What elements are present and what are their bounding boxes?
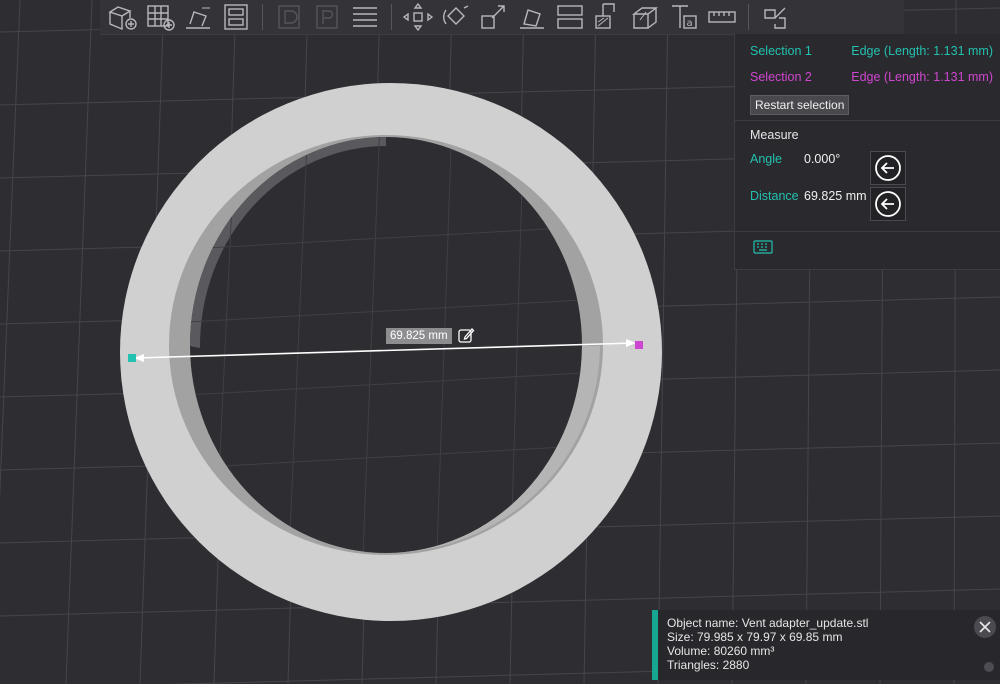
selection-1-value: Edge (Length: 1.131 mm) bbox=[851, 44, 993, 58]
angle-row: Angle 0.000° bbox=[750, 152, 840, 166]
angle-apply-button[interactable] bbox=[870, 151, 906, 185]
top-toolbar: a bbox=[100, 0, 904, 35]
close-icon bbox=[979, 621, 991, 633]
close-info-button[interactable] bbox=[974, 616, 996, 638]
measure-title: Measure bbox=[750, 128, 799, 142]
scale-icon[interactable] bbox=[476, 1, 512, 33]
object-name: Object name: Vent adapter_update.stl bbox=[667, 616, 869, 630]
angle-label: Angle bbox=[750, 152, 782, 166]
collapse-info-button[interactable] bbox=[984, 662, 994, 672]
selection-2-row: Selection 2 Edge (Length: 1.131 mm) bbox=[750, 70, 993, 84]
selection-1-row: Selection 1 Edge (Length: 1.131 mm) bbox=[750, 44, 993, 58]
layers-icon[interactable] bbox=[347, 1, 383, 33]
selection-2-label: Selection 2 bbox=[750, 70, 812, 84]
object-size: Size: 79.985 x 79.97 x 69.85 mm bbox=[667, 630, 843, 644]
move-icon[interactable] bbox=[400, 1, 436, 33]
distance-row: Distance 69.825 mm bbox=[750, 189, 867, 203]
distance-dimension-label: 69.825 mm bbox=[386, 328, 452, 344]
arrow-left-icon bbox=[875, 191, 901, 217]
measure-icon[interactable] bbox=[704, 1, 740, 33]
split-layout-icon[interactable] bbox=[218, 1, 254, 33]
rotate-icon[interactable] bbox=[438, 1, 474, 33]
assembly-icon[interactable] bbox=[271, 1, 307, 33]
emboss-text-icon[interactable]: a bbox=[666, 1, 702, 33]
measure-panel: Selection 1 Edge (Length: 1.131 mm) Sele… bbox=[734, 34, 1000, 270]
svg-text:a: a bbox=[687, 18, 693, 29]
seam-paint-icon[interactable] bbox=[590, 1, 626, 33]
keyboard-icon[interactable] bbox=[753, 240, 773, 254]
selection-1-label: Selection 1 bbox=[750, 44, 812, 58]
toolbar-separator bbox=[391, 4, 392, 30]
distance-apply-button[interactable] bbox=[870, 187, 906, 221]
support-paint-icon[interactable] bbox=[628, 1, 664, 33]
distance-label: Distance bbox=[750, 189, 799, 203]
selection-2-marker bbox=[635, 341, 643, 349]
edit-icon[interactable] bbox=[457, 326, 475, 344]
arrange-grid-icon[interactable] bbox=[142, 1, 178, 33]
panel-divider bbox=[735, 231, 1000, 232]
cut-icon[interactable] bbox=[552, 1, 588, 33]
selection-2-value: Edge (Length: 1.131 mm) bbox=[851, 70, 993, 84]
arrow-left-icon bbox=[875, 155, 901, 181]
restart-selection-button[interactable]: Restart selection bbox=[750, 95, 850, 115]
object-info-panel: Object name: Vent adapter_update.stl Siz… bbox=[652, 610, 1000, 680]
toolbar-separator bbox=[748, 4, 749, 30]
lay-on-face-icon[interactable] bbox=[514, 1, 550, 33]
assembly-view-icon[interactable] bbox=[757, 1, 793, 33]
toolbar-separator bbox=[262, 4, 263, 30]
selection-1-marker bbox=[128, 354, 136, 362]
object-triangles: Triangles: 2880 bbox=[667, 658, 750, 672]
auto-orient-icon[interactable] bbox=[180, 1, 216, 33]
object-volume: Volume: 80260 mm³ bbox=[667, 644, 775, 658]
ring-model[interactable] bbox=[120, 83, 662, 621]
panel-divider bbox=[735, 120, 1000, 121]
plate-icon[interactable] bbox=[309, 1, 345, 33]
add-object-icon[interactable] bbox=[104, 1, 140, 33]
distance-value: 69.825 mm bbox=[804, 189, 867, 203]
angle-value: 0.000° bbox=[804, 152, 841, 166]
